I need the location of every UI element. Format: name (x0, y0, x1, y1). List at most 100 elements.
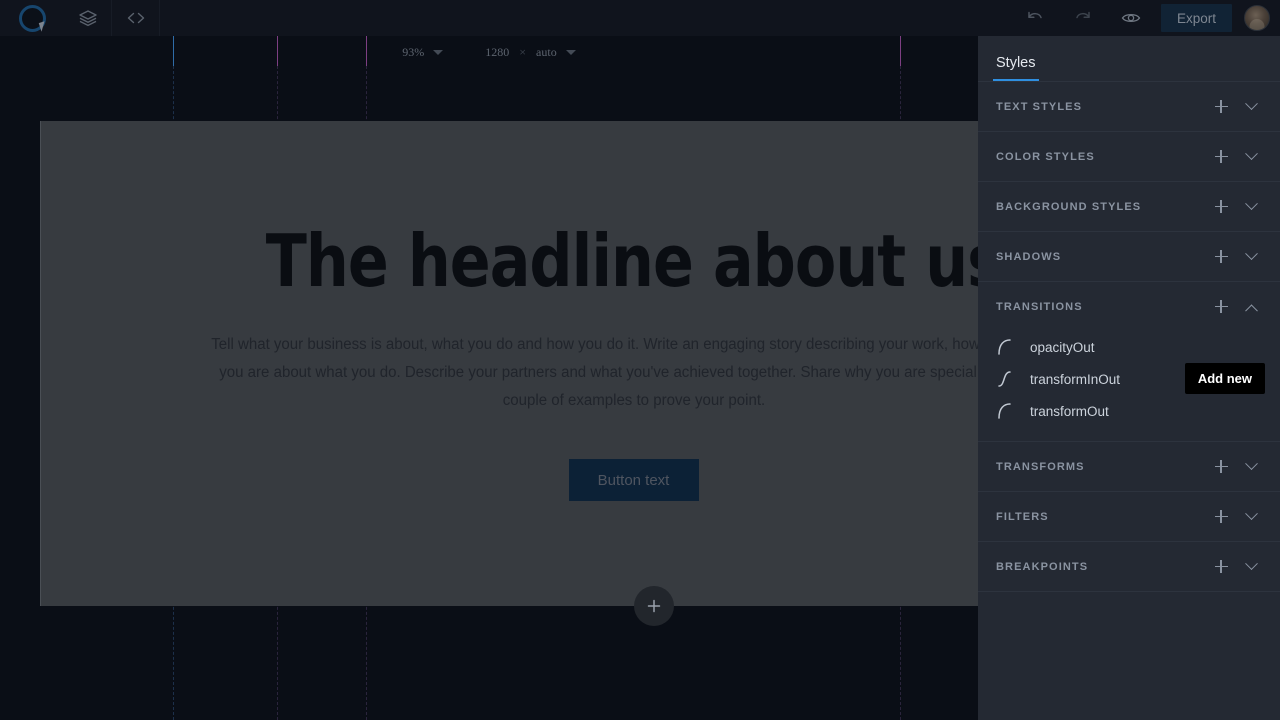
chevron-down-icon (1244, 557, 1258, 571)
style-section-title: FILTERS (996, 510, 1049, 523)
chevron-down-icon (565, 49, 576, 55)
canvas-workspace[interactable]: The headline about us Tell what your bus… (0, 36, 978, 720)
style-section-title: COLOR STYLES (996, 150, 1095, 163)
add-style-button[interactable] (1206, 292, 1236, 322)
add-style-button[interactable] (1206, 552, 1236, 582)
style-section: BREAKPOINTS (978, 542, 1280, 592)
app-root: Export The headline about us Tell what y… (0, 0, 1280, 720)
chevron-down-icon (1244, 147, 1258, 161)
style-section-title: SHADOWS (996, 250, 1062, 263)
redo-icon (1076, 11, 1090, 19)
toolbar-right-group: Export (1011, 0, 1280, 36)
expand-section-button[interactable] (1236, 452, 1266, 482)
preview-button[interactable] (1107, 0, 1155, 36)
canvas-height-value: auto (536, 44, 557, 59)
style-section-header[interactable]: COLOR STYLES (978, 132, 1280, 181)
style-item-label: transformInOut (1030, 371, 1121, 387)
chevron-down-icon (1244, 197, 1258, 211)
plus-icon (1220, 510, 1222, 523)
zoom-level-value: 93% (402, 44, 425, 59)
page-headline[interactable]: The headline about us (265, 225, 978, 297)
style-section-header[interactable]: TRANSFORMS (978, 442, 1280, 491)
style-item-label: opacityOut (1030, 339, 1095, 355)
easing-curve-out-icon (996, 400, 1022, 422)
cursor-arrow-icon (38, 20, 47, 32)
tab-styles[interactable]: Styles (993, 55, 1039, 81)
code-icon (127, 12, 144, 24)
styles-panel: Styles TEXT STYLES COLOR STYLES BACKGROUND… (978, 36, 1280, 720)
app-logo-button[interactable] (0, 0, 64, 36)
tab-styles-label: Styles (996, 55, 1036, 71)
chevron-down-icon (1244, 247, 1258, 261)
list-item[interactable]: opacityOut (978, 331, 1280, 363)
add-style-button[interactable] (1206, 452, 1236, 482)
tab-active-underline (993, 79, 1039, 81)
style-section-header[interactable]: BREAKPOINTS (978, 542, 1280, 591)
style-item-label: transformOut (1030, 403, 1109, 419)
plus-icon (1220, 300, 1222, 313)
page-body-text[interactable]: Tell what your business is about, what y… (202, 331, 978, 415)
cta-button[interactable]: Button text (568, 459, 699, 501)
panel-tab-bar: Styles (978, 36, 1280, 82)
expand-section-button[interactable] (1236, 552, 1266, 582)
expand-section-button[interactable] (1236, 192, 1266, 222)
chevron-up-icon (1244, 304, 1258, 318)
style-section-header[interactable]: FILTERS (978, 492, 1280, 541)
hero-section[interactable]: The headline about us Tell what your bus… (41, 121, 978, 606)
style-section-title: BREAKPOINTS (996, 560, 1089, 573)
canvas-height-control[interactable]: auto (536, 45, 576, 60)
add-style-button[interactable] (1206, 92, 1236, 122)
list-item[interactable]: transformInOut (978, 363, 1280, 395)
style-section-header[interactable]: BACKGROUND STYLES (978, 182, 1280, 231)
style-section-title: BACKGROUND STYLES (996, 200, 1142, 213)
style-section-title: TEXT STYLES (996, 100, 1083, 113)
style-section-header[interactable]: SHADOWS (978, 232, 1280, 281)
chevron-down-icon (433, 49, 444, 55)
cta-button-label: Button text (597, 471, 670, 489)
undo-icon (1028, 11, 1042, 19)
add-style-button[interactable] (1206, 142, 1236, 172)
expand-section-button[interactable] (1236, 502, 1266, 532)
add-style-button[interactable] (1206, 502, 1236, 532)
top-toolbar: Export (0, 0, 1280, 36)
add-style-button[interactable] (1206, 192, 1236, 222)
plus-icon (1220, 150, 1222, 163)
easing-curve-inout-icon (996, 368, 1022, 390)
plus-icon (1220, 460, 1222, 473)
collapse-section-button[interactable] (1236, 292, 1266, 322)
chevron-down-icon (1244, 507, 1258, 521)
export-button[interactable]: Export (1160, 4, 1232, 32)
style-section: COLOR STYLES (978, 132, 1280, 182)
page-canvas[interactable]: The headline about us Tell what your bus… (40, 121, 978, 626)
expand-section-button[interactable] (1236, 92, 1266, 122)
avatar[interactable] (1244, 5, 1270, 31)
plus-icon (1220, 200, 1222, 213)
add-style-button[interactable] (1206, 242, 1236, 272)
style-section: SHADOWS (978, 232, 1280, 282)
plus-icon (1220, 250, 1222, 263)
style-section-title: TRANSITIONS (996, 300, 1083, 313)
expand-section-button[interactable] (1236, 142, 1266, 172)
canvas-width-control[interactable]: 1280 (485, 45, 509, 60)
plus-icon (647, 599, 661, 613)
style-section-header[interactable]: TEXT STYLES (978, 82, 1280, 131)
style-section-body: opacityOut transformInOut transformOut (978, 331, 1280, 441)
style-section: TRANSITIONS opacityOut transformInOut trans… (978, 282, 1280, 442)
layers-button[interactable] (64, 0, 112, 36)
export-button-label: Export (1176, 10, 1216, 26)
style-section-header[interactable]: TRANSITIONS (978, 282, 1280, 331)
style-section: BACKGROUND STYLES (978, 182, 1280, 232)
chevron-down-icon (1244, 457, 1258, 471)
add-section-button[interactable] (634, 586, 674, 626)
style-section: TEXT STYLES (978, 82, 1280, 132)
zoom-level-control[interactable]: 93% (402, 44, 444, 60)
easing-curve-out-icon (996, 336, 1022, 358)
styles-section-list: TEXT STYLES COLOR STYLES BACKGROUND STYLES… (978, 82, 1280, 592)
style-section: TRANSFORMS (978, 442, 1280, 492)
expand-section-button[interactable] (1236, 242, 1266, 272)
code-button[interactable] (112, 0, 160, 36)
list-item[interactable]: transformOut (978, 395, 1280, 427)
undo-button[interactable] (1011, 0, 1059, 36)
redo-button[interactable] (1059, 0, 1107, 36)
eye-icon (1121, 13, 1141, 23)
